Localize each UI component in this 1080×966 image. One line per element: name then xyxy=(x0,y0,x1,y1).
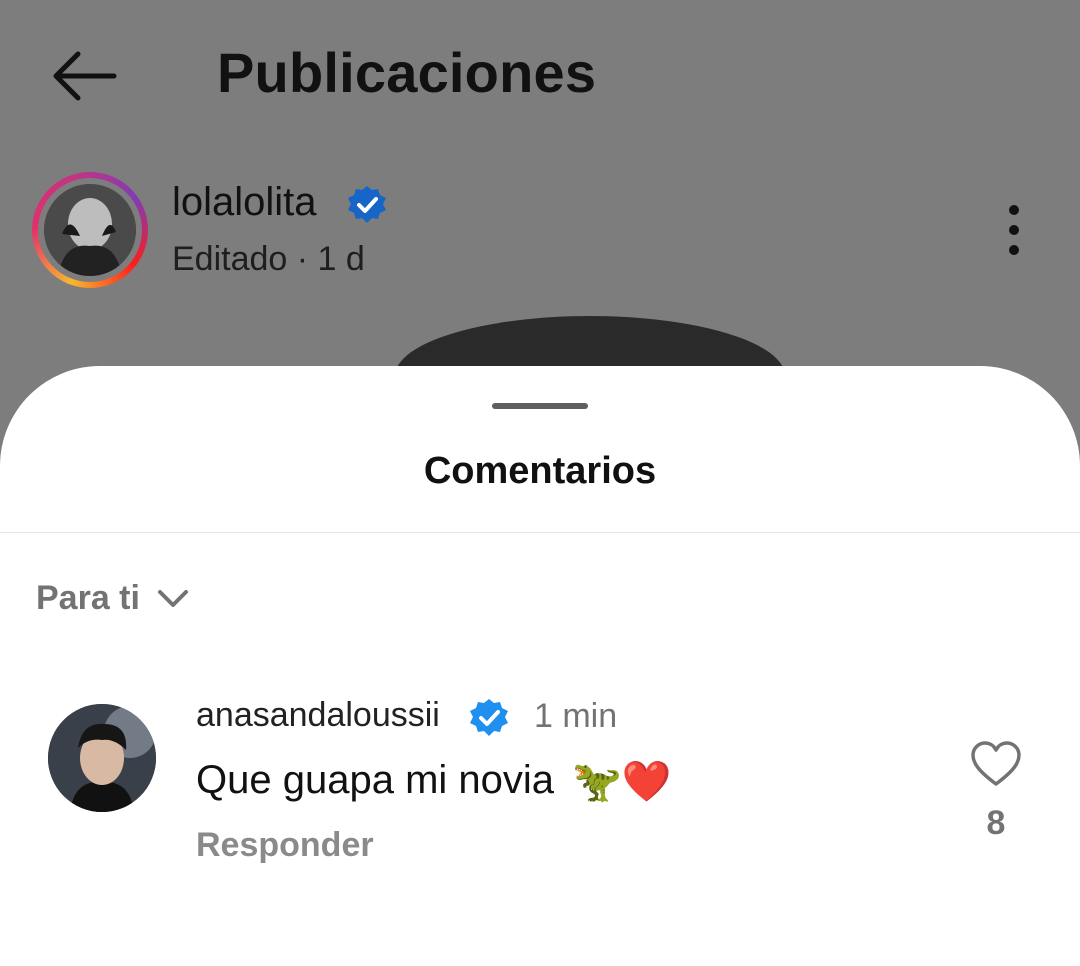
comment-timestamp: 1 min xyxy=(534,697,618,735)
comment-emoji: 🦖❤️ xyxy=(572,760,672,804)
like-comment-button[interactable] xyxy=(970,740,1022,788)
chevron-down-icon xyxy=(157,590,188,607)
sheet-drag-handle[interactable] xyxy=(492,403,588,409)
post-meta: Editado · 1 d xyxy=(172,240,365,278)
sort-label: Para ti xyxy=(36,578,140,617)
reply-button[interactable]: Responder xyxy=(196,826,374,865)
comment-text: Que guapa mi novia xyxy=(196,758,555,802)
sheet-title: Comentarios xyxy=(423,450,657,492)
commenter-avatar[interactable] xyxy=(48,704,156,812)
top-app-bar: Publicaciones xyxy=(0,0,1080,150)
comment-username[interactable]: anasandaloussii xyxy=(196,696,440,735)
divider xyxy=(0,532,1080,533)
verified-badge-icon xyxy=(346,184,388,226)
arrow-left-icon xyxy=(53,51,117,101)
post-header xyxy=(0,160,1080,300)
back-button[interactable] xyxy=(48,46,120,106)
page-title: Publicaciones xyxy=(217,41,597,104)
more-options-button[interactable] xyxy=(994,200,1034,264)
post-author-avatar[interactable] xyxy=(44,184,136,276)
more-vertical-icon xyxy=(1009,205,1019,255)
heart-outline-icon xyxy=(971,741,1021,786)
comment-sort-dropdown[interactable]: Para ti xyxy=(36,576,190,620)
post-author-username[interactable]: lolalolita xyxy=(172,180,317,225)
verified-badge-icon xyxy=(468,697,510,739)
like-count: 8 xyxy=(986,804,1006,842)
